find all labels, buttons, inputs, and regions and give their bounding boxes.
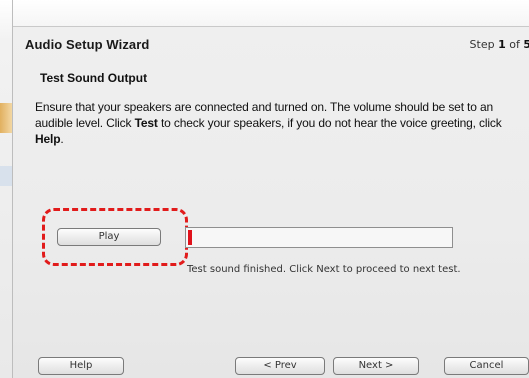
step-middle: of <box>505 38 524 51</box>
next-button[interactable]: Next > <box>333 357 419 375</box>
step-total: 5 <box>523 38 529 51</box>
instructions-text: Ensure that your speakers are connected … <box>35 99 505 147</box>
status-message: Test sound finished. Click Next to proce… <box>187 264 461 275</box>
step-indicator: Step 1 of 5 <box>470 38 529 51</box>
wizard-title: Audio Setup Wizard <box>25 37 150 52</box>
step-prefix: Step <box>469 38 499 51</box>
instructions-part: to check your speakers, if you do not he… <box>157 116 502 130</box>
play-button[interactable]: Play <box>57 228 161 246</box>
output-level-fill <box>188 230 192 245</box>
section-title: Test Sound Output <box>40 71 148 85</box>
audio-setup-wizard-dialog: Audio Setup Wizard Step 1 of 5 Test Soun… <box>13 27 529 378</box>
background-strip <box>0 103 12 133</box>
step-current: 1 <box>498 38 506 51</box>
cancel-button[interactable]: Cancel <box>444 357 529 375</box>
prev-button[interactable]: < Prev <box>235 357 325 375</box>
background-strip <box>0 166 12 186</box>
help-keyword: Help <box>35 132 61 146</box>
sound-output-level-bar <box>185 227 453 248</box>
instructions-part: . <box>60 132 64 146</box>
window-top-bar <box>13 0 529 27</box>
help-button[interactable]: Help <box>38 357 124 375</box>
background-window-edge <box>0 0 13 378</box>
test-keyword: Test <box>134 116 158 130</box>
screen: Audio Setup Wizard Step 1 of 5 Test Soun… <box>0 0 529 378</box>
